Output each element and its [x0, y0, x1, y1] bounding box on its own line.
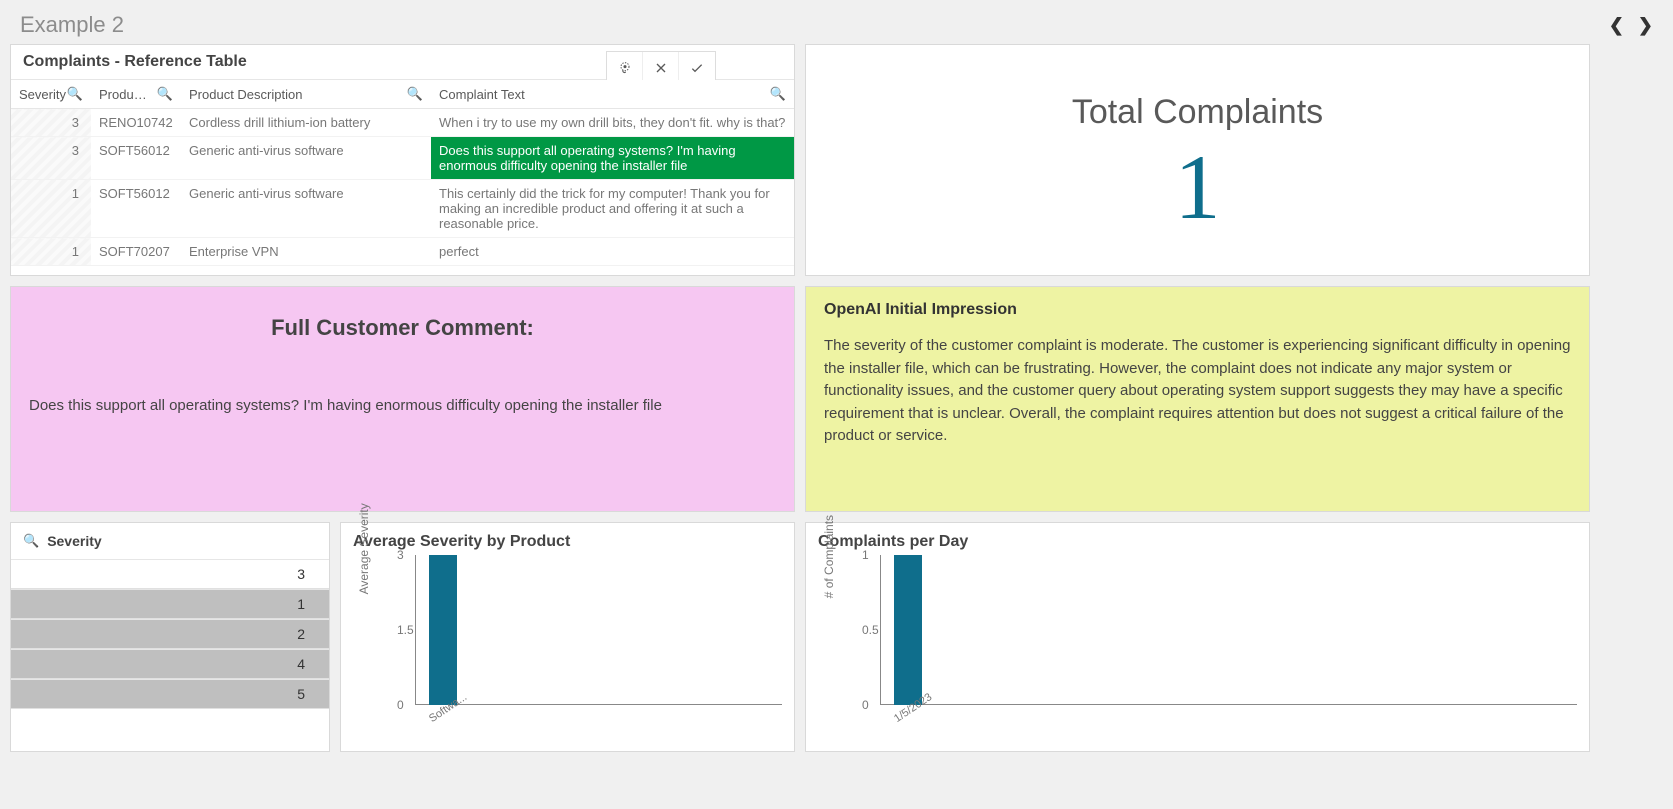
kpi-title: Total Complaints [1072, 93, 1323, 132]
y-tick: 0.5 [862, 623, 879, 637]
bar[interactable] [894, 555, 922, 705]
filter-item[interactable]: 2 [11, 619, 329, 649]
y-tick: 1.5 [397, 623, 414, 637]
filter-item[interactable]: 3 [11, 559, 329, 589]
chart-title: Complaints per Day [818, 533, 1577, 551]
comment-title: Full Customer Comment: [29, 315, 776, 341]
next-sheet-button[interactable]: ❯ [1638, 15, 1653, 36]
full-comment-panel: Full Customer Comment: Does this support… [10, 286, 795, 512]
col-severity-label: Severity [19, 87, 66, 102]
openai-impression-panel: OpenAI Initial Impression The severity o… [805, 286, 1590, 512]
cell-product[interactable]: SOFT56012 [91, 137, 181, 180]
table-row[interactable]: 1SOFT56012Generic anti-virus softwareThi… [11, 180, 794, 238]
cell-severity[interactable]: 3 [11, 137, 91, 180]
y-axis-label: # of Complaints [822, 515, 836, 598]
complaints-table-panel: Complaints - Reference Table Severity🔍 P… [10, 44, 795, 276]
search-icon[interactable]: 🔍 [407, 86, 423, 102]
table-row[interactable]: 3RENO10742Cordless drill lithium-ion bat… [11, 109, 794, 137]
cell-description[interactable]: Generic anti-virus software [181, 180, 431, 238]
impression-title: OpenAI Initial Impression [824, 301, 1571, 319]
filter-item[interactable]: 1 [11, 589, 329, 619]
y-tick: 0 [862, 698, 869, 712]
search-icon[interactable]: 🔍 [67, 86, 83, 102]
search-icon[interactable]: 🔍 [157, 86, 173, 102]
cell-severity[interactable]: 1 [11, 180, 91, 238]
severity-filter-pane: 🔍 Severity 31245 [10, 522, 330, 752]
y-axis [415, 555, 416, 705]
col-complaint-label: Complaint Text [439, 87, 525, 102]
cell-description[interactable]: Enterprise VPN [181, 238, 431, 266]
table-row[interactable]: 3SOFT56012Generic anti-virus softwareDoe… [11, 137, 794, 180]
cell-complaint[interactable]: When i try to use my own drill bits, the… [431, 109, 794, 137]
cell-severity[interactable]: 3 [11, 109, 91, 137]
complaints-table[interactable]: Severity🔍 Produ…🔍 Product Description🔍 C… [11, 79, 794, 266]
y-axis-label: Average Severity [357, 503, 371, 594]
total-complaints-kpi: Total Complaints 1 [805, 44, 1590, 276]
col-description-label: Product Description [189, 87, 302, 102]
y-tick: 0 [397, 698, 404, 712]
y-axis [880, 555, 881, 705]
filter-label: Severity [47, 533, 101, 549]
chart-title: Average Severity by Product [353, 533, 782, 551]
search-icon[interactable]: 🔍 [770, 86, 786, 102]
comment-body: Does this support all operating systems?… [29, 397, 776, 414]
col-product-label: Produ… [99, 87, 147, 102]
filter-item[interactable]: 4 [11, 649, 329, 679]
col-description[interactable]: Product Description 🔍 [181, 80, 431, 109]
kpi-value: 1 [1175, 132, 1221, 242]
y-tick: 1 [862, 548, 869, 562]
cell-severity[interactable]: 1 [11, 238, 91, 266]
complaints-per-day-chart[interactable]: Complaints per Day # of Complaints 00.51… [805, 522, 1590, 752]
cell-description[interactable]: Cordless drill lithium-ion battery [181, 109, 431, 137]
cell-complaint[interactable]: This certainly did the trick for my comp… [431, 180, 794, 238]
cell-product[interactable]: SOFT70207 [91, 238, 181, 266]
col-complaint[interactable]: Complaint Text 🔍 [431, 80, 794, 109]
page-title: Example 2 [20, 12, 124, 38]
cell-product[interactable]: SOFT56012 [91, 180, 181, 238]
col-severity[interactable]: Severity🔍 [11, 80, 91, 109]
prev-sheet-button[interactable]: ❮ [1609, 15, 1624, 36]
cell-product[interactable]: RENO10742 [91, 109, 181, 137]
cell-complaint[interactable]: Does this support all operating systems?… [431, 137, 794, 180]
search-icon[interactable]: 🔍 [23, 533, 39, 549]
avg-severity-chart[interactable]: Average Severity by Product Average Seve… [340, 522, 795, 752]
bar[interactable] [429, 555, 457, 705]
x-axis [880, 704, 1577, 705]
table-row[interactable]: 1SOFT70207Enterprise VPNperfect [11, 238, 794, 266]
cell-description[interactable]: Generic anti-virus software [181, 137, 431, 180]
col-product[interactable]: Produ… 🔍 [91, 80, 181, 109]
y-tick: 3 [397, 548, 404, 562]
cell-complaint[interactable]: perfect [431, 238, 794, 266]
impression-body: The severity of the customer complaint i… [824, 335, 1571, 448]
x-axis [415, 704, 782, 705]
filter-item[interactable]: 5 [11, 679, 329, 709]
